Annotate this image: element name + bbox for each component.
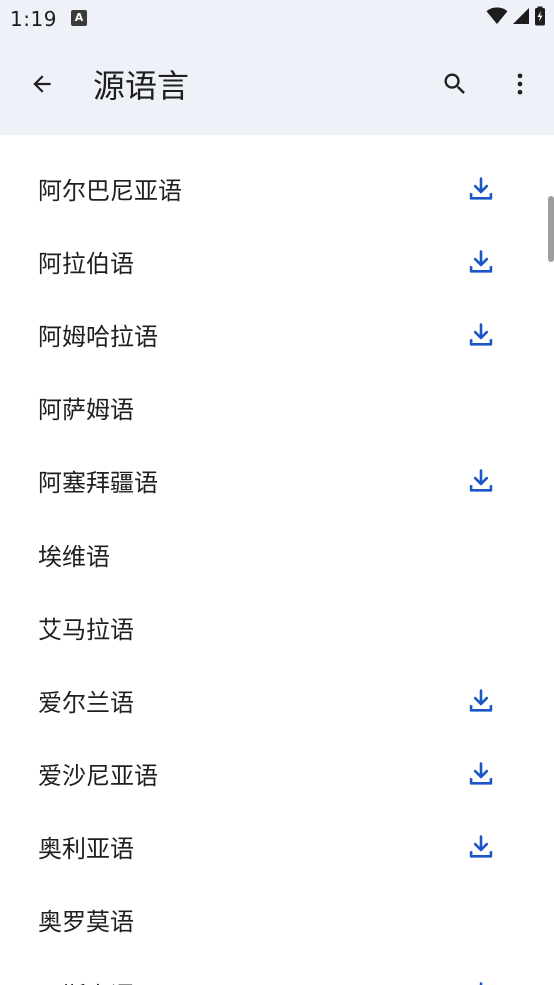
download-icon xyxy=(467,175,495,207)
scrollbar-thumb[interactable] xyxy=(548,196,554,262)
more-vert-icon xyxy=(506,70,534,102)
language-row[interactable]: 阿尔巴尼亚语 xyxy=(0,154,554,227)
language-name: 奥利亚语 xyxy=(38,835,134,864)
search-button[interactable] xyxy=(431,62,479,110)
screen: 1:19 A 源语言 阿尔巴尼亚语 阿拉伯语 阿姆哈拉语 阿萨姆语 阿塞拜疆语 … xyxy=(0,0,554,985)
download-button[interactable] xyxy=(457,825,505,873)
language-row[interactable]: 巴斯克语 xyxy=(0,959,554,985)
wifi-icon xyxy=(486,7,508,29)
language-name: 艾马拉语 xyxy=(38,615,134,644)
language-row[interactable]: 埃维语 xyxy=(0,520,554,593)
download-icon xyxy=(467,760,495,792)
language-row[interactable]: 艾马拉语 xyxy=(0,593,554,666)
language-name: 阿萨姆语 xyxy=(38,396,134,425)
notification-icon: A xyxy=(71,10,87,26)
download-icon xyxy=(467,833,495,865)
download-button[interactable] xyxy=(457,679,505,727)
status-bar: 1:19 A xyxy=(0,0,554,38)
arrow-back-icon xyxy=(29,71,55,101)
more-options-button[interactable] xyxy=(496,62,544,110)
language-row[interactable]: 阿拉伯语 xyxy=(0,227,554,300)
back-button[interactable] xyxy=(18,62,66,110)
status-time: 1:19 xyxy=(10,7,57,31)
language-name: 阿塞拜疆语 xyxy=(38,469,158,498)
download-icon xyxy=(467,321,495,353)
download-button[interactable] xyxy=(457,752,505,800)
language-row[interactable]: 阿姆哈拉语 xyxy=(0,300,554,373)
language-row[interactable]: 阿萨姆语 xyxy=(0,374,554,447)
app-bar: 源语言 xyxy=(0,38,554,135)
language-row[interactable]: 阿塞拜疆语 xyxy=(0,447,554,520)
language-name: 阿拉伯语 xyxy=(38,249,134,278)
status-icons xyxy=(486,6,546,30)
language-row[interactable]: 奥利亚语 xyxy=(0,813,554,886)
language-name: 巴斯克语 xyxy=(38,981,134,985)
download-button[interactable] xyxy=(457,313,505,361)
language-name: 爱沙尼亚语 xyxy=(38,762,158,791)
header-background: 1:19 A 源语言 xyxy=(0,0,554,135)
download-icon xyxy=(467,467,495,499)
download-icon xyxy=(467,248,495,280)
download-button[interactable] xyxy=(457,240,505,288)
language-row[interactable]: 爱尔兰语 xyxy=(0,666,554,739)
language-name: 爱尔兰语 xyxy=(38,688,134,717)
battery-charging-icon xyxy=(534,6,546,30)
language-name: 阿尔巴尼亚语 xyxy=(38,176,182,205)
page-title: 源语言 xyxy=(93,67,190,105)
language-list: 阿尔巴尼亚语 阿拉伯语 阿姆哈拉语 阿萨姆语 阿塞拜疆语 埃维语 艾马拉语 爱尔… xyxy=(0,154,554,985)
language-name: 埃维语 xyxy=(38,542,110,571)
download-button[interactable] xyxy=(457,459,505,507)
cell-signal-icon xyxy=(512,7,530,29)
language-name: 阿姆哈拉语 xyxy=(38,322,158,351)
download-button[interactable] xyxy=(457,972,505,985)
language-name: 奥罗莫语 xyxy=(38,908,134,937)
search-icon xyxy=(441,70,469,102)
language-row[interactable]: 奥罗莫语 xyxy=(0,886,554,959)
download-icon xyxy=(467,687,495,719)
language-row[interactable]: 爱沙尼亚语 xyxy=(0,740,554,813)
download-button[interactable] xyxy=(457,167,505,215)
download-icon xyxy=(467,980,495,985)
